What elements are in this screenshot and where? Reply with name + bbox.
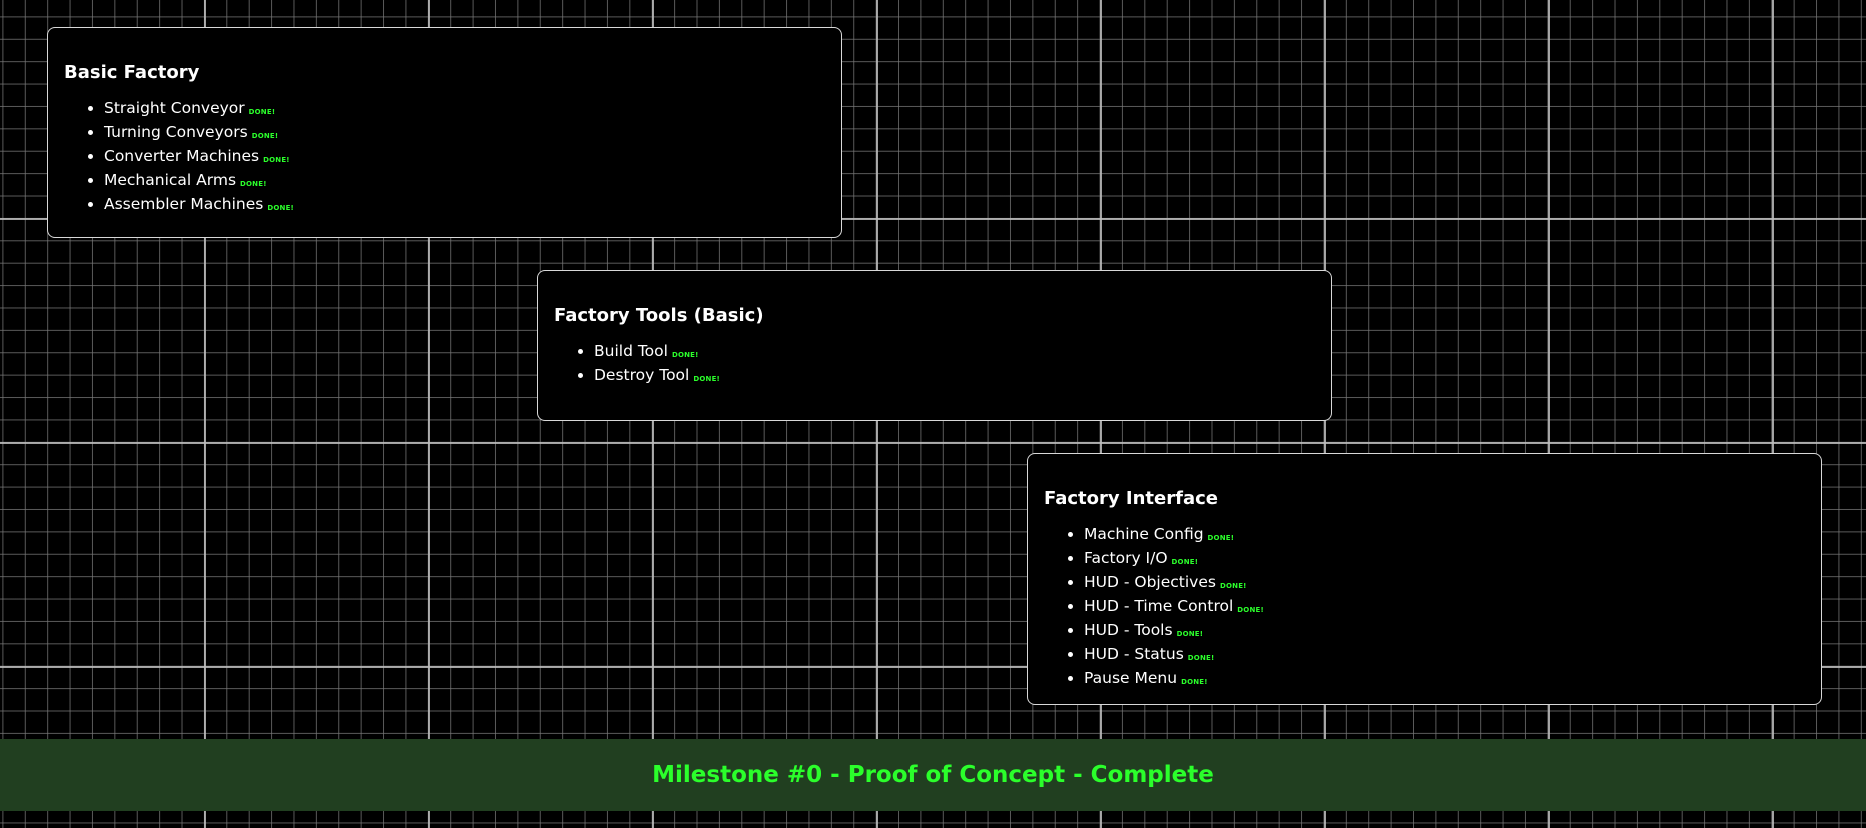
card-title: Factory Interface [1044,488,1218,509]
list-item: Machine ConfigDONE! [1084,524,1805,548]
list-item: Destroy ToolDONE! [594,365,1315,389]
list-item: HUD - Time ControlDONE! [1084,596,1805,620]
done-badge: DONE! [251,132,279,140]
done-badge: DONE! [263,156,290,164]
list-item: Mechanical ArmsDONE! [104,170,825,194]
card-title: Factory Tools (Basic) [554,305,764,326]
list-item: HUD - ToolsDONE! [1084,620,1805,644]
feature-list: Machine ConfigDONE! Factory I/ODONE! HUD… [1044,524,1805,692]
item-label: HUD - Objectives [1084,573,1216,591]
done-badge: DONE! [1187,654,1215,662]
milestone-banner: Milestone #0 - Proof of Concept - Comple… [0,739,1866,811]
item-label: Straight Conveyor [104,99,245,117]
item-label: HUD - Tools [1084,621,1173,639]
item-label: Pause Menu [1084,669,1178,687]
item-label: Machine Config [1084,525,1204,543]
item-label: HUD - Status [1084,645,1184,663]
done-badge: DONE! [1237,606,1264,614]
item-label: HUD - Time Control [1084,597,1234,615]
done-badge: DONE! [1219,582,1247,590]
milestone-banner-text: Milestone #0 - Proof of Concept - Comple… [652,762,1214,788]
feature-list: Build ToolDONE! Destroy ToolDONE! [554,341,1315,389]
card-factory-interface: Factory Interface Machine ConfigDONE! Fa… [1027,453,1822,705]
item-label: Converter Machines [104,147,260,165]
list-item: Pause MenuDONE! [1084,668,1805,692]
list-item: Turning ConveyorsDONE! [104,122,825,146]
card-title: Basic Factory [64,62,200,83]
item-label: Factory I/O [1084,549,1168,567]
done-badge: DONE! [1176,630,1204,638]
item-label: Mechanical Arms [104,171,237,189]
done-badge: DONE! [1181,678,1208,686]
done-badge: DONE! [693,375,720,383]
list-item: Converter MachinesDONE! [104,146,825,170]
done-badge: DONE! [1207,534,1235,542]
list-item: Build ToolDONE! [594,341,1315,365]
done-badge: DONE! [671,351,699,359]
done-badge: DONE! [248,108,276,116]
card-factory-tools: Factory Tools (Basic) Build ToolDONE! De… [537,270,1332,421]
list-item: Factory I/ODONE! [1084,548,1805,572]
list-item: HUD - StatusDONE! [1084,644,1805,668]
card-basic-factory: Basic Factory Straight ConveyorDONE! Tur… [47,27,842,238]
done-badge: DONE! [267,204,294,212]
list-item: Straight ConveyorDONE! [104,98,825,122]
item-label: Build Tool [594,342,668,360]
item-label: Assembler Machines [104,195,264,213]
item-label: Destroy Tool [594,366,690,384]
item-label: Turning Conveyors [104,123,248,141]
feature-list: Straight ConveyorDONE! Turning Conveyors… [64,98,825,218]
done-badge: DONE! [1171,558,1199,566]
list-item: Assembler MachinesDONE! [104,194,825,218]
done-badge: DONE! [240,180,267,188]
list-item: HUD - ObjectivesDONE! [1084,572,1805,596]
